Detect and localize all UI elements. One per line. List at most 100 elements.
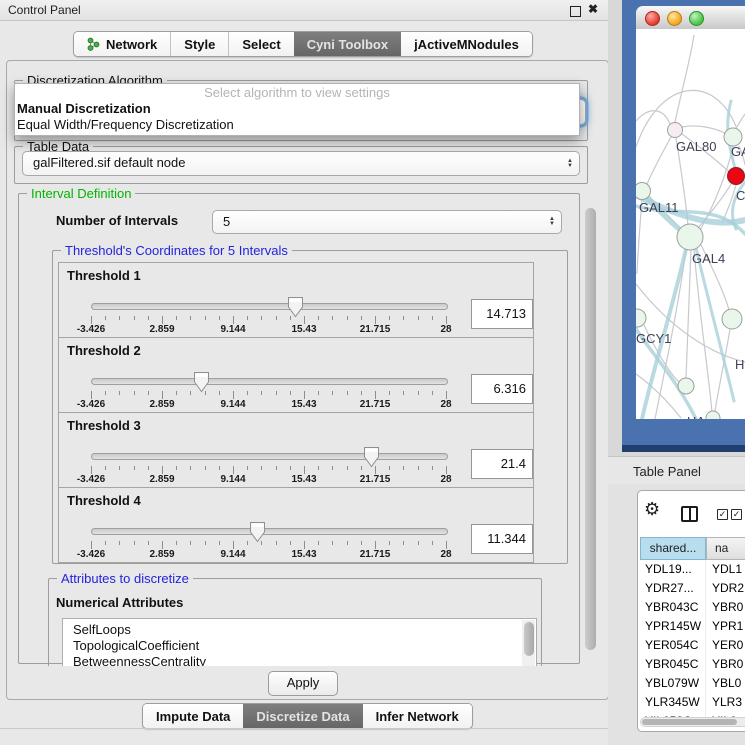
attributes-list-scrollbar[interactable] [522,620,535,666]
tab-infer-network[interactable]: Infer Network [363,704,472,728]
threshold-3-panel: Threshold 3-3.4262.8599.14415.4321.71528… [58,412,534,488]
major-tick [162,466,163,474]
column-header-shared-name[interactable]: shared... [640,537,706,560]
cyni-bottom-tabs: Impute Data Discretize DataInfer Network [142,703,473,729]
slider-thumb[interactable] [363,446,380,468]
network-node-gal80[interactable] [668,123,683,138]
table-row[interactable]: YDL19...YDL1 [640,560,745,579]
major-tick [375,391,376,399]
apply-button[interactable]: Apply [268,671,338,696]
tick-label: 9.144 [220,549,245,560]
tick-label: 9.144 [220,474,245,485]
scrollbar-thumb[interactable] [585,208,596,650]
network-node-c[interactable] [728,168,745,185]
major-tick [375,541,376,549]
minor-tick [347,391,348,395]
scrollbar-thumb[interactable] [642,719,737,725]
numerical-attributes-list[interactable]: SelfLoopsTopologicalCoefficientBetweenne… [62,618,537,666]
column-layout-icon[interactable] [681,506,698,522]
network-edge [686,250,691,378]
tab-label: Impute Data [156,709,230,724]
tab-cyni-toolbox[interactable]: Cyni Toolbox [294,32,401,56]
table-data-combo[interactable]: galFiltered.sif default node ▲▼ [22,151,580,176]
table-row[interactable]: YBR045CYBR0 [640,655,745,674]
tab-jactivemnodules[interactable]: jActiveMNodules [401,32,532,56]
network-canvas[interactable]: GAL80GACGAL11GAL4GCY1HHAP2 [636,29,745,419]
table-row[interactable]: YBL079WYBL0 [640,674,745,693]
major-tick [375,316,376,324]
tab-style[interactable]: Style [170,32,228,56]
minor-tick [105,316,106,320]
zoom-traffic-light-icon[interactable] [689,11,704,26]
tab-impute-data[interactable]: Impute Data [143,704,243,728]
node-table-card: ⚙ ✓ ✓ shared... na YDL19...YDL1YDR27...Y… [637,490,745,732]
network-node-hap2[interactable] [678,378,694,394]
minor-tick [261,541,262,545]
cell-name: YPR1 [706,617,743,636]
attribute-list-item[interactable]: TopologicalCoefficient [63,638,536,654]
float-window-icon[interactable] [570,6,581,17]
tab-discretize-data[interactable]: Discretize Data [243,704,362,728]
network-window: GAL80GACGAL11GAL4GCY1HHAP2 [622,0,745,452]
network-node-gcy1[interactable] [636,309,646,327]
minor-tick [432,316,433,320]
tab-select[interactable]: Select [228,32,293,56]
tick-label: 21.715 [360,474,391,485]
slider-thumb[interactable] [193,371,210,393]
minor-tick [261,391,262,395]
threshold-2-value-field[interactable]: 6.316 [471,374,533,404]
network-icon [87,37,100,51]
checkbox-icon[interactable]: ✓ [717,509,728,520]
minimize-traffic-light-icon[interactable] [667,11,682,26]
tick-label: 2.859 [149,474,174,485]
table-row[interactable]: YLR345WYLR3 [640,693,745,712]
minor-tick [290,466,291,470]
tick-label: 15.43 [291,474,316,485]
slider-track[interactable] [91,303,448,310]
threshold-4-value-field[interactable]: 11.344 [471,524,533,554]
slider-thumb[interactable] [249,521,266,543]
network-node-h[interactable] [722,309,742,329]
algorithm-option-manual-discretization[interactable]: Manual Discretization [15,101,579,117]
tab-network[interactable]: Network [74,32,170,56]
attribute-list-item[interactable]: BetweennessCentrality [63,654,536,666]
network-edge [636,111,670,124]
major-tick [91,541,92,549]
slider-thumb[interactable] [287,296,304,318]
cell-name: YDR2 [706,579,744,598]
network-edge [737,114,745,127]
major-tick [446,316,447,324]
checkbox-icon[interactable]: ✓ [731,509,742,520]
table-row[interactable]: YPR145WYPR1 [640,617,745,636]
tab-label: Network [106,37,157,52]
algorithm-option-equal-width-frequency[interactable]: Equal Width/Frequency Discretization [15,117,579,133]
column-header-name[interactable]: na [706,537,745,560]
attribute-list-item[interactable]: SelfLoops [63,622,536,638]
minor-tick [361,391,362,395]
threshold-1-value-field[interactable]: 14.713 [471,299,533,329]
minor-tick [418,391,419,395]
minor-tick [332,316,333,320]
scrollbar-thumb[interactable] [524,622,534,656]
table-horizontal-scrollbar[interactable] [640,717,745,727]
threshold-3-value-field[interactable]: 21.4 [471,449,533,479]
tick-label: 15.43 [291,324,316,335]
settings-vertical-scrollbar[interactable] [584,190,597,664]
close-icon[interactable]: ✖ [588,2,598,16]
network-window-titlebar[interactable] [636,6,745,30]
number-of-intervals-combo[interactable]: 5 ▲▼ [212,210,562,234]
minor-tick [389,541,390,545]
table-row[interactable]: YER054CYER0 [640,636,745,655]
gear-icon[interactable]: ⚙ [644,500,660,518]
threshold-1-panel: Threshold 1-3.4262.8599.14415.4321.71528… [58,262,534,338]
major-tick [233,316,234,324]
close-traffic-light-icon[interactable] [645,11,660,26]
network-node-gal4[interactable] [677,224,703,250]
network-node-gal11[interactable] [636,183,651,200]
slider-track[interactable] [91,528,448,535]
network-node[interactable] [706,411,720,419]
slider-track[interactable] [91,378,448,385]
slider-track[interactable] [91,453,448,460]
table-row[interactable]: YDR27...YDR2 [640,579,745,598]
table-row[interactable]: YBR043CYBR0 [640,598,745,617]
